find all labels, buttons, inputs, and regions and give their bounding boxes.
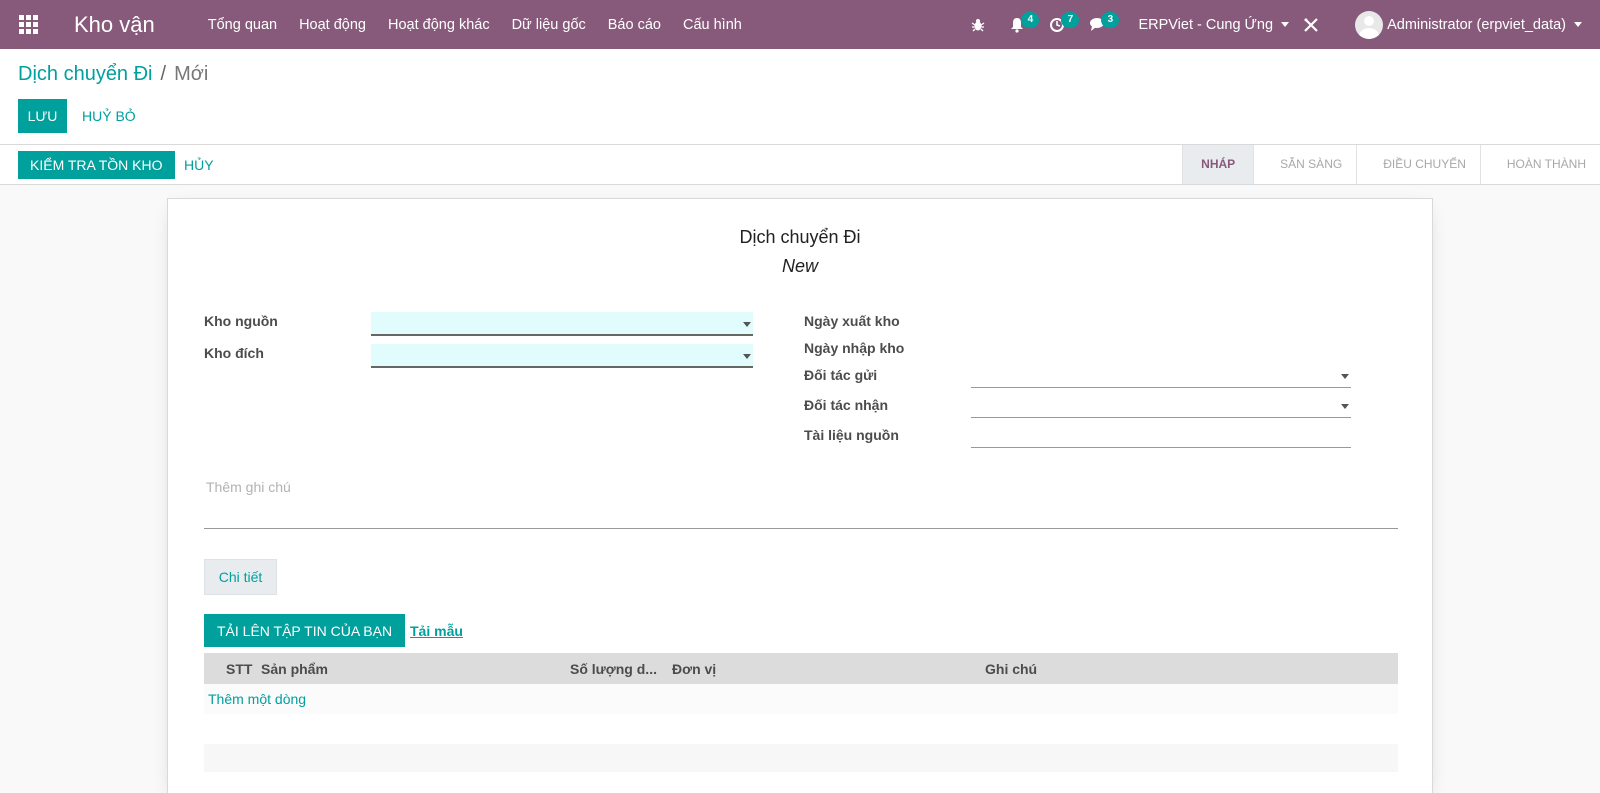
dropdown-caret-icon	[743, 322, 751, 327]
chevron-down-icon	[1574, 22, 1582, 27]
save-button[interactable]: LƯU	[18, 99, 67, 133]
source-document-label: Tài liệu nguồn	[804, 427, 899, 443]
source-warehouse-select[interactable]	[371, 312, 753, 336]
dropdown-caret-icon	[1341, 374, 1349, 379]
top-navbar: Kho vận Tổng quan Hoạt động Hoạt động kh…	[0, 0, 1600, 49]
receiver-partner-select[interactable]	[971, 394, 1351, 418]
receiver-partner-label: Đối tác nhận	[804, 397, 889, 413]
user-name: Administrator (erpviet_data)	[1387, 16, 1566, 33]
export-date-label: Ngày xuất kho	[804, 313, 900, 329]
check-stock-button[interactable]: KIỂM TRA TỒN KHO	[18, 151, 175, 179]
column-header-quantity[interactable]: Số lượng d...	[570, 661, 657, 677]
table-header: STT Sản phẩm Số lượng d... Đơn vị Ghi ch…	[204, 653, 1398, 684]
messages-count-badge: 3	[1101, 12, 1120, 28]
record-name: New	[781, 256, 818, 276]
menu-item-reports[interactable]: Báo cáo	[597, 17, 672, 33]
menu-item-other-operations[interactable]: Hoạt động khác	[377, 17, 501, 33]
sender-partner-label: Đối tác gửi	[804, 367, 878, 383]
download-template-link[interactable]: Tải mẫu	[410, 623, 463, 639]
cancel-transfer-button[interactable]: HỦY	[176, 151, 222, 179]
breadcrumb-current: Mới	[174, 63, 209, 85]
column-header-product[interactable]: Sản phẩm	[261, 661, 328, 677]
import-date-label: Ngày nhập kho	[804, 340, 905, 356]
activity-clock-icon[interactable]: 7	[1037, 0, 1080, 49]
dropdown-caret-icon	[743, 354, 751, 359]
stage-done[interactable]: HOÀN THÀNH	[1479, 145, 1600, 184]
avatar	[1355, 10, 1384, 39]
breadcrumb-parent-link[interactable]: Dịch chuyển Đi	[18, 63, 153, 86]
stage-pipeline: NHÁP SẴN SÀNG ĐIỀU CHUYỂN HOÀN THÀNH	[1182, 145, 1600, 184]
app-title[interactable]: Kho vận	[74, 12, 155, 38]
chevron-down-icon	[1281, 22, 1290, 27]
tools-icon[interactable]	[1289, 17, 1333, 33]
stage-ready[interactable]: SẴN SÀNG	[1253, 145, 1356, 184]
navbar-right: 4 7 3 ERPViet - Cung Ứng Administrator (…	[959, 0, 1600, 49]
stage-draft: NHÁP	[1182, 145, 1254, 184]
column-header-unit[interactable]: Đơn vị	[672, 661, 716, 677]
discard-button[interactable]: HUỶ BỎ	[74, 99, 144, 133]
notification-bell-icon[interactable]: 4	[997, 0, 1040, 49]
tab-details[interactable]: Chi tiết	[204, 559, 277, 595]
breadcrumb-separator: /	[160, 63, 167, 85]
menu-item-overview[interactable]: Tổng quan	[197, 17, 288, 33]
control-panel: Dịch chuyển Đi / Mới LƯU HUỶ BỎ	[0, 49, 1600, 145]
breadcrumb: Dịch chuyển Đi / Mới	[18, 63, 208, 86]
sender-partner-select[interactable]	[971, 364, 1351, 388]
company-switcher[interactable]: ERPViet - Cung Ứng	[1138, 16, 1290, 33]
dest-warehouse-label: Kho đích	[204, 345, 264, 361]
note-input[interactable]: Thêm ghi chú	[204, 471, 1398, 529]
sheet-title: Dịch chuyển Đi	[739, 227, 861, 247]
add-line-link[interactable]: Thêm một dòng	[208, 691, 306, 707]
upload-file-button[interactable]: TẢI LÊN TẬP TIN CỦA BẠN	[204, 614, 406, 647]
dest-warehouse-select[interactable]	[371, 344, 753, 368]
stage-transfer[interactable]: ĐIỀU CHUYỂN	[1356, 145, 1480, 184]
column-header-stt[interactable]: STT	[226, 661, 252, 677]
column-header-note[interactable]: Ghi chú	[985, 661, 1037, 677]
debug-bug-icon[interactable]	[959, 0, 997, 49]
form-sheet: Dịch chuyển Đi New Kho nguồn Kho đích Ng…	[167, 198, 1433, 793]
messages-chat-icon[interactable]: 3	[1077, 0, 1120, 49]
company-name: ERPViet - Cung Ứng	[1138, 16, 1274, 33]
user-menu[interactable]: Administrator (erpviet_data)	[1355, 10, 1582, 39]
table-row: Thêm một dòng	[204, 684, 1398, 714]
source-document-input[interactable]	[971, 424, 1351, 448]
table-footer	[204, 744, 1398, 772]
menu-item-operations[interactable]: Hoạt động	[288, 17, 377, 33]
main-menu: Tổng quan Hoạt động Hoạt động khác Dữ li…	[197, 17, 753, 33]
menu-item-master-data[interactable]: Dữ liệu gốc	[501, 17, 597, 33]
dropdown-caret-icon	[1341, 404, 1349, 409]
apps-menu-icon[interactable]	[0, 0, 56, 49]
menu-item-configuration[interactable]: Cấu hình	[672, 17, 753, 33]
source-warehouse-label: Kho nguồn	[204, 313, 278, 329]
status-bar: KIỂM TRA TỒN KHO HỦY NHÁP SẴN SÀNG ĐIỀU …	[0, 145, 1600, 185]
